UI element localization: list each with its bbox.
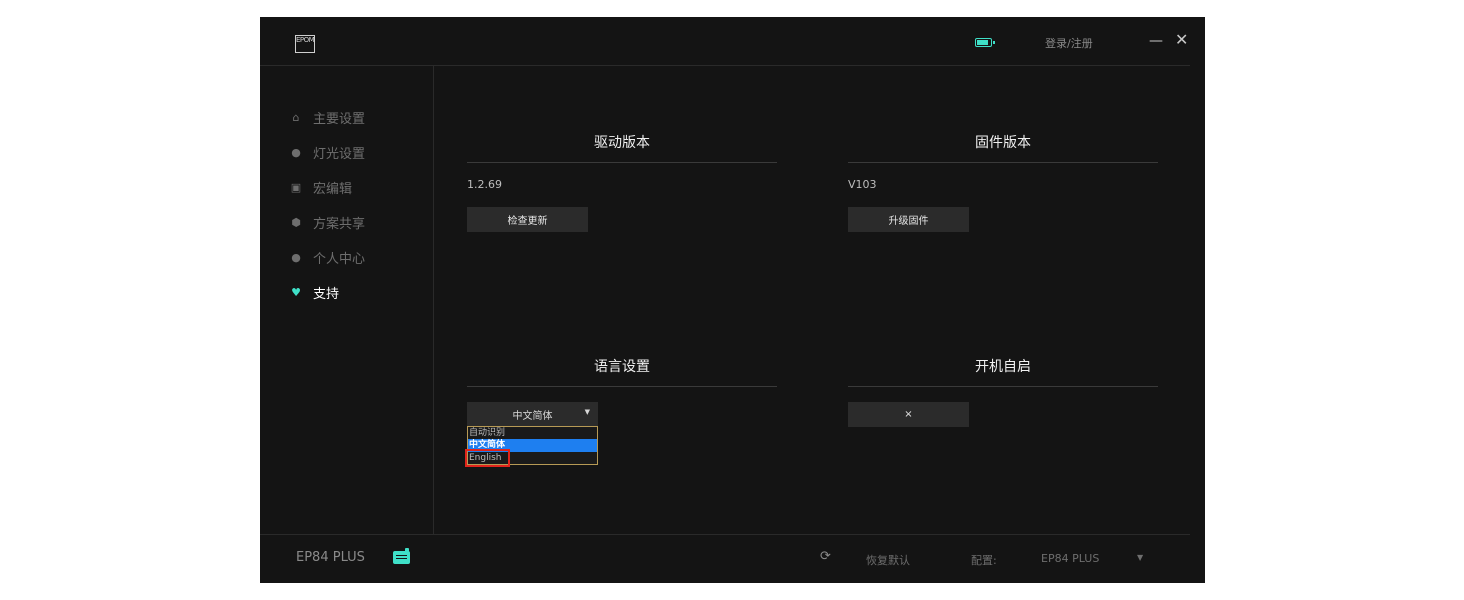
app-window: EPOM 登录/注册 — ✕ ⌂ 主要设置 ● 灯光设置 ▣ 宏编辑 ⬢ 方案共… [260, 17, 1205, 583]
heart-icon: ♥ [291, 285, 301, 299]
firmware-version-value: V103 [848, 178, 877, 191]
autostart-toggle[interactable]: × [848, 402, 969, 427]
sidebar: ⌂ 主要设置 ● 灯光设置 ▣ 宏编辑 ⬢ 方案共享 ● 个人中心 ♥ 支持 [260, 66, 434, 534]
language-select[interactable]: 中文简体 ▼ [467, 402, 598, 426]
battery-icon [975, 38, 995, 47]
sidebar-item-lighting[interactable]: ● 灯光设置 [290, 142, 365, 162]
sidebar-item-main-settings[interactable]: ⌂ 主要设置 [290, 107, 366, 127]
divider [467, 386, 777, 387]
driver-version-value: 1.2.69 [467, 178, 502, 191]
sidebar-item-macro[interactable]: ▣ 宏编辑 [290, 177, 352, 197]
footer-bar: EP84 PLUS ⟳ 恢复默认 配置: EP84 PLUS ▼ [260, 535, 1205, 583]
language-settings-title: 语言设置 [594, 359, 650, 375]
epom-logo: EPOM [295, 35, 315, 53]
macro-icon: ▣ [290, 180, 302, 194]
device-model-label: EP84 PLUS [296, 550, 365, 565]
divider [467, 162, 777, 163]
upgrade-firmware-button[interactable]: 升级固件 [848, 207, 969, 232]
close-icon[interactable]: ✕ [1175, 30, 1188, 49]
config-select-value[interactable]: EP84 PLUS [1041, 552, 1099, 565]
sidebar-item-label: 支持 [313, 286, 340, 302]
firmware-version-title: 固件版本 [975, 135, 1031, 151]
sidebar-item-label: 宏编辑 [313, 181, 353, 197]
autostart-title: 开机自启 [975, 359, 1031, 375]
minimize-icon[interactable]: — [1149, 33, 1163, 49]
triangle-down-icon[interactable]: ▼ [1137, 553, 1143, 562]
sidebar-item-label: 个人中心 [313, 251, 366, 267]
divider [848, 386, 1158, 387]
language-option-auto[interactable]: 自动识别 [468, 427, 597, 439]
language-select-value: 中文简体 [512, 410, 553, 422]
divider [848, 162, 1158, 163]
cube-icon: ⬢ [291, 215, 301, 229]
sidebar-item-personal-center[interactable]: ● 个人中心 [290, 247, 365, 267]
user-icon: ● [291, 250, 301, 264]
title-bar: EPOM 登录/注册 — ✕ [260, 17, 1205, 65]
login-link[interactable]: 登录/注册 [1045, 35, 1093, 51]
triangle-down-icon: ▼ [584, 408, 590, 416]
sidebar-item-profile-share[interactable]: ⬢ 方案共享 [290, 212, 365, 232]
config-label: 配置: [971, 554, 997, 567]
sidebar-item-label: 方案共享 [313, 216, 366, 232]
bulb-icon: ● [291, 145, 301, 159]
reset-default-button[interactable]: 恢复默认 [866, 552, 910, 568]
sidebar-item-label: 灯光设置 [313, 146, 366, 162]
sidebar-item-label: 主要设置 [313, 111, 366, 127]
home-icon: ⌂ [292, 110, 300, 124]
check-update-button[interactable]: 检查更新 [467, 207, 588, 232]
sidebar-item-support[interactable]: ♥ 支持 [290, 282, 339, 302]
english-highlight-box [465, 449, 510, 467]
driver-version-title: 驱动版本 [594, 135, 650, 151]
keyboard-icon [393, 548, 410, 564]
refresh-icon[interactable]: ⟳ [820, 549, 831, 564]
